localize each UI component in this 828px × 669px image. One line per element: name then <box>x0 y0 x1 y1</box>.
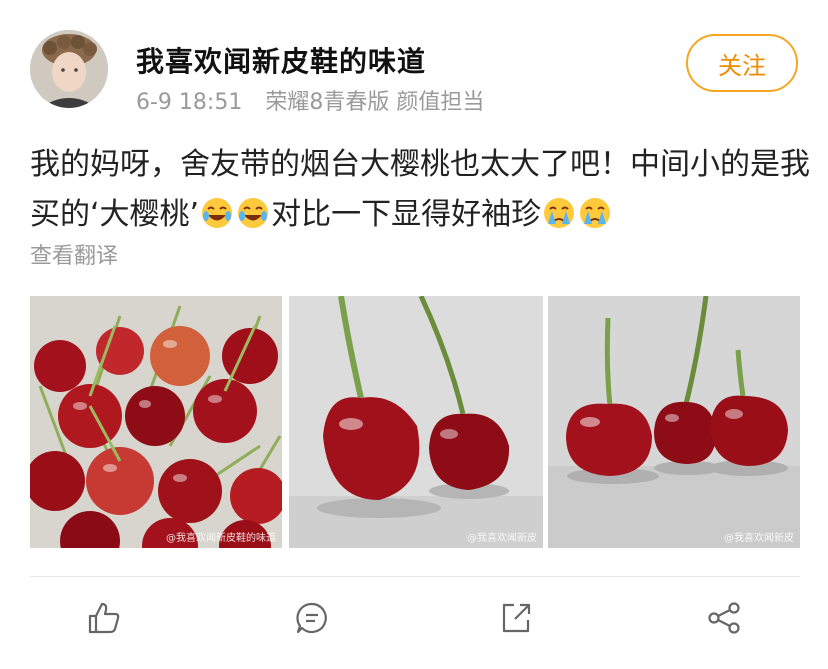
like-button[interactable] <box>84 600 124 640</box>
post-photo-2[interactable]: @我喜欢闻新皮 <box>289 296 543 548</box>
forward-button[interactable] <box>496 600 536 640</box>
avatar[interactable] <box>30 30 108 108</box>
crying-emoji-icon <box>578 196 612 230</box>
laugh-cry-emoji-icon <box>236 196 270 230</box>
more-share-button[interactable] <box>704 600 744 640</box>
post-date: 6-9 18:51 <box>136 90 243 115</box>
comment-button[interactable] <box>292 600 332 640</box>
post-meta: 6-9 18:51 荣耀8青春版 颜值担当 <box>136 84 484 116</box>
share-icon <box>498 600 534 640</box>
follow-button[interactable]: 关注 <box>686 34 798 92</box>
post-photo-1[interactable]: @我喜欢闻新皮鞋的味道 <box>30 296 282 548</box>
translate-link[interactable]: 查看翻译 <box>30 238 118 270</box>
comment-icon <box>294 600 330 640</box>
crying-emoji-icon <box>542 196 576 230</box>
photo-watermark: @我喜欢闻新皮 <box>724 533 794 544</box>
divider <box>30 576 800 577</box>
laugh-cry-emoji-icon <box>200 196 234 230</box>
more-share-icon <box>706 600 742 640</box>
photo-watermark: @我喜欢闻新皮 <box>467 533 537 544</box>
photo-watermark: @我喜欢闻新皮鞋的味道 <box>166 533 276 544</box>
like-icon <box>86 600 122 640</box>
username[interactable]: 我喜欢闻新皮鞋的味道 <box>136 40 426 80</box>
post-text: 我的妈呀，舍友带的烟台大樱桃也太大了吧！中间小的是我买的‘大樱桃’ 对比一下显得… <box>30 140 810 240</box>
post-text-part2: 对比一下显得好袖珍 <box>271 197 542 232</box>
post-device[interactable]: 荣耀8青春版 颜值担当 <box>265 90 484 115</box>
post-photo-3[interactable]: @我喜欢闻新皮 <box>548 296 800 548</box>
